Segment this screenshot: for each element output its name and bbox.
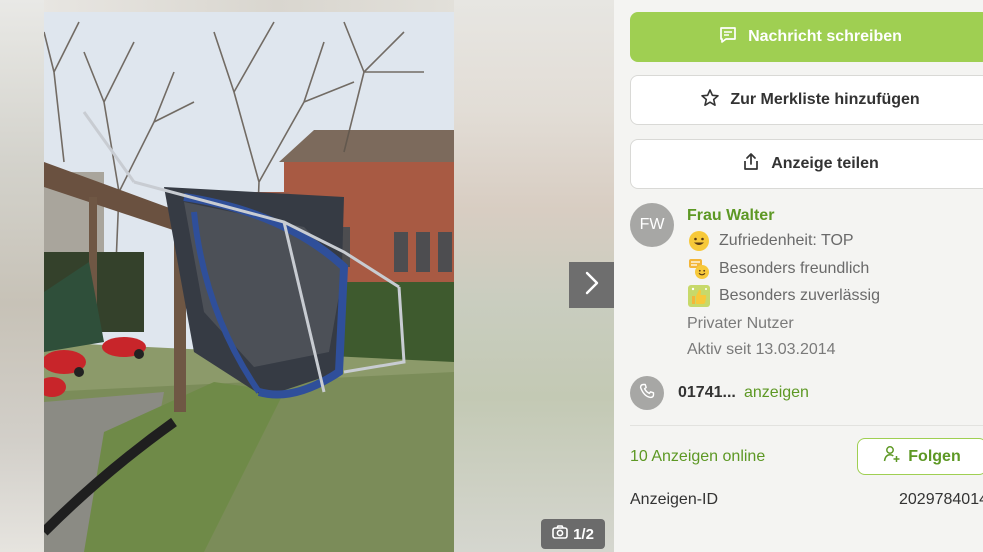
chat-smiley-icon xyxy=(687,257,710,280)
seller-name-link[interactable]: Frau Walter xyxy=(687,207,774,225)
seller-avatar[interactable]: FW xyxy=(630,203,674,247)
gallery-next-button[interactable] xyxy=(569,262,614,308)
follow-user-icon xyxy=(883,445,901,468)
add-to-watchlist-label: Zur Merkliste hinzufügen xyxy=(730,91,920,108)
chat-icon xyxy=(718,25,738,50)
seller-type: Privater Nutzer xyxy=(687,315,794,332)
write-message-label: Nachricht schreiben xyxy=(748,28,902,45)
share-ad-label: Anzeige teilen xyxy=(771,155,879,172)
follow-button[interactable]: Folgen xyxy=(857,438,983,475)
follow-label: Folgen xyxy=(908,447,961,465)
badge-reliable-label: Besonders zuverlässig xyxy=(719,286,880,304)
image-counter: 1/2 xyxy=(541,519,605,549)
phone-icon xyxy=(639,383,655,404)
gallery-blur-left xyxy=(0,0,44,552)
badge-friendly: Besonders freundlich xyxy=(687,257,869,280)
listing-photo[interactable] xyxy=(44,12,454,552)
smiley-icon xyxy=(687,229,710,252)
chevron-right-icon xyxy=(583,270,601,301)
phone-button[interactable] xyxy=(630,376,664,410)
write-message-button[interactable]: Nachricht schreiben xyxy=(630,12,983,62)
image-gallery: 1/2 xyxy=(0,0,614,552)
divider xyxy=(630,425,983,426)
image-counter-text: 1/2 xyxy=(573,525,594,543)
camera-icon xyxy=(552,525,568,543)
thumbs-up-icon xyxy=(687,284,710,307)
share-icon xyxy=(741,152,761,177)
badge-reliable: Besonders zuverlässig xyxy=(687,284,880,307)
share-ad-button[interactable]: Anzeige teilen xyxy=(630,139,983,189)
show-phone-link[interactable]: anzeigen xyxy=(744,384,809,402)
star-outline-icon xyxy=(700,88,720,113)
phone-number: 01741... xyxy=(678,384,736,401)
ad-id-label: Anzeigen-ID xyxy=(630,491,719,508)
badge-satisfaction-label: Zufriedenheit: TOP xyxy=(719,231,854,249)
ad-id-value: 2029784014 xyxy=(899,491,983,508)
seller-ads-online-link[interactable]: 10 Anzeigen online xyxy=(630,448,765,466)
add-to-watchlist-button[interactable]: Zur Merkliste hinzufügen xyxy=(630,75,983,125)
badge-friendly-label: Besonders freundlich xyxy=(719,259,870,277)
seller-active-since: Aktiv seit 13.03.2014 xyxy=(687,341,836,358)
seller-initials: FW xyxy=(639,216,665,233)
badge-satisfaction: Zufriedenheit: TOP xyxy=(687,229,854,252)
seller-sidebar: Nachricht schreiben Zur Merkliste hinzuf… xyxy=(614,0,983,552)
